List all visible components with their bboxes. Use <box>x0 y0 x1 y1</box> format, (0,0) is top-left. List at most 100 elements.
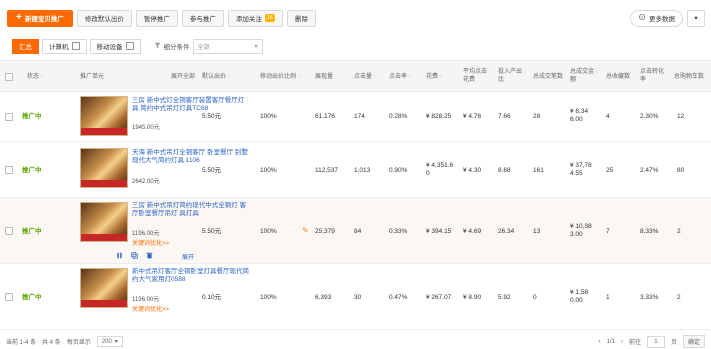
fav: 7 <box>606 228 610 235</box>
keyword-optimize-link[interactable]: 关键词优化>> <box>132 304 169 313</box>
clicks: 174 <box>354 113 365 120</box>
cvr: 2.30% <box>640 113 659 120</box>
product-name-link[interactable]: 三房 新中式吊灯简约现代中式全铜灯 客厅卧室餐厅吊灯 具灯具 <box>132 202 250 218</box>
cost: ¥ 828.25 <box>426 113 452 120</box>
product-name-link[interactable]: 三房 新中式灯全铜客厅装置客厅餐厅灯具 简约中式吊灯灯具TC68 <box>132 97 250 113</box>
tab-mobile-label: 移动设备 <box>96 44 123 51</box>
range-text: 当前 1-4 条 <box>6 340 37 346</box>
new-promotion-button[interactable]: + 新建宝贝推广 <box>7 9 73 27</box>
prev-page-icon[interactable]: ‹ <box>599 339 601 345</box>
more-dropdown-button[interactable]: ▾ <box>687 9 705 27</box>
orders: 13 <box>533 228 541 235</box>
tab-mobile[interactable]: 移动设备 <box>89 38 141 54</box>
product-thumbnail[interactable] <box>80 268 128 308</box>
row-checkbox[interactable] <box>5 227 13 235</box>
table-row: 推广中 天海 新中式吊灯全铜客厅 卧室餐厅 别墅现代大气简约灯具 1106 26… <box>0 142 711 198</box>
col-cart[interactable]: 总购物车数 <box>674 73 704 81</box>
per-page-select[interactable]: 200 ▾ <box>96 336 123 347</box>
cost: ¥ 267.07 <box>426 294 452 301</box>
per-page-label: 每页显示 <box>66 340 91 346</box>
cpc: ¥ 4.30 <box>463 167 482 174</box>
toolbar: + 新建宝贝推广 修改默认出价 暂停推广 参与推广 添加关注 16 删除 更多数… <box>7 8 705 28</box>
ctr: 0.33% <box>389 228 408 235</box>
add-follow-badge: 16 <box>264 14 275 22</box>
row-actions <box>116 252 153 261</box>
more-data-button[interactable]: 更多数据 <box>630 9 683 27</box>
new-promotion-label: 新建宝贝推广 <box>24 16 64 23</box>
col-clicks[interactable]: 点击量 ↕ <box>354 73 376 81</box>
next-page-icon[interactable]: › <box>621 339 623 345</box>
filter-icon <box>154 42 161 51</box>
cost: ¥ 4,351.6 0 <box>426 162 454 177</box>
chevron-down-icon: ▾ <box>254 43 258 50</box>
amount: ¥ 1,58 0.00 <box>570 289 589 304</box>
roi: 8.68 <box>498 167 511 174</box>
default-bid[interactable]: 5.50元 <box>202 228 221 236</box>
expand-link[interactable]: 展开 <box>182 252 194 261</box>
cart: 12 <box>677 113 685 120</box>
join-promotion-button[interactable]: 参与推广 <box>181 9 224 27</box>
page-info: 1/1 <box>606 338 615 345</box>
cart: 2 <box>677 294 681 301</box>
col-default-bid[interactable]: 默认出价 ↕ <box>202 73 230 81</box>
col-cost[interactable]: 花费 ↕ <box>426 73 442 81</box>
tab-summary[interactable]: 汇总 <box>12 38 39 54</box>
default-bid[interactable]: 5.50元 <box>202 113 221 121</box>
default-bid[interactable]: 0.10元 <box>202 294 221 302</box>
add-follow-button[interactable]: 添加关注 16 <box>227 9 283 27</box>
tab-computer[interactable]: 计算机 <box>42 38 87 54</box>
default-bid[interactable]: 5.50元 <box>202 167 221 175</box>
col-show-price[interactable]: 展开全部 <box>171 73 195 81</box>
status-badge: 推广中 <box>22 167 42 174</box>
chevron-down-icon: ▾ <box>114 339 118 345</box>
product-name-link[interactable]: 新中式吊灯客厅全铜卧室灯具餐厅现代简约大气家用灯0588 <box>132 268 250 284</box>
col-mobile-bid[interactable]: 移动出价比例 ↕ <box>260 73 300 81</box>
cvr: 3.33% <box>640 294 659 301</box>
cvr: 8.33% <box>640 228 659 235</box>
row-checkbox[interactable] <box>5 293 13 301</box>
mobile-bid: 100% <box>260 294 277 301</box>
keyword-optimize-link[interactable]: 关键词优化>> <box>132 238 169 247</box>
copy-icon[interactable] <box>131 252 138 261</box>
delete-icon[interactable] <box>146 252 153 261</box>
device-tabs: 汇总 计算机 移动设备 细分条件 全部 ▾ <box>12 38 263 54</box>
impressions: 112,537 <box>315 167 339 174</box>
row-checkbox[interactable] <box>5 166 13 174</box>
page-input[interactable]: 1 <box>646 335 665 348</box>
row-checkbox[interactable] <box>5 113 13 121</box>
amount: ¥ 37,78 4.55 <box>570 162 592 177</box>
col-status[interactable]: 状态 ↕ <box>27 73 43 81</box>
product-name-link[interactable]: 天海 新中式吊灯全铜客厅 卧室餐厅 别墅现代大气简约灯具 1106 <box>132 149 250 165</box>
col-orders[interactable]: 总成交笔数 <box>533 73 563 81</box>
roi: 7.66 <box>498 113 511 120</box>
status-badge: 推广中 <box>22 113 42 120</box>
col-ctr[interactable]: 点击率 ↕ <box>389 73 411 81</box>
delete-button[interactable]: 删除 <box>286 9 316 27</box>
mobile-bid: 100% <box>260 167 277 174</box>
col-roi[interactable]: 投入产出 ↕ 比 <box>498 68 526 84</box>
total-text: 共 4 条 <box>42 340 61 346</box>
cpc: ¥ 4.76 <box>463 113 482 120</box>
cost: ¥ 394.15 <box>426 228 452 235</box>
pencil-icon[interactable]: ✎ <box>302 226 309 235</box>
product-thumbnail[interactable] <box>80 202 128 242</box>
breakdown-select[interactable]: 全部 ▾ <box>192 38 263 54</box>
product-thumbnail[interactable] <box>80 96 128 136</box>
edit-default-bid-button[interactable]: 修改默认出价 <box>76 9 132 27</box>
col-amount[interactable]: 总成交金 ↕ 额 <box>570 68 598 84</box>
col-fav[interactable]: 总收藏数 <box>606 73 630 81</box>
product-price: 1945.00元 <box>132 125 160 131</box>
cvr: 2.47% <box>640 167 659 174</box>
product-thumbnail[interactable] <box>80 148 128 188</box>
pause-promotion-button[interactable]: 暂停推广 <box>135 9 178 27</box>
go-button[interactable]: 确定 <box>682 335 705 348</box>
amount: ¥ 6,34 6.00 <box>570 108 589 123</box>
ctr: 0.28% <box>389 113 408 120</box>
select-all-checkbox[interactable] <box>5 73 13 81</box>
pause-icon[interactable] <box>116 252 123 261</box>
col-cpc[interactable]: 平均点击 ↕ 花费 <box>463 68 491 84</box>
col-product[interactable]: 推广单元 <box>80 73 104 81</box>
amount: ¥ 10,38 3.00 <box>570 223 592 238</box>
col-cvr[interactable]: 点击转化 ↕ 率 <box>640 68 668 84</box>
col-impressions[interactable]: 展现量 ↕ <box>315 73 337 81</box>
